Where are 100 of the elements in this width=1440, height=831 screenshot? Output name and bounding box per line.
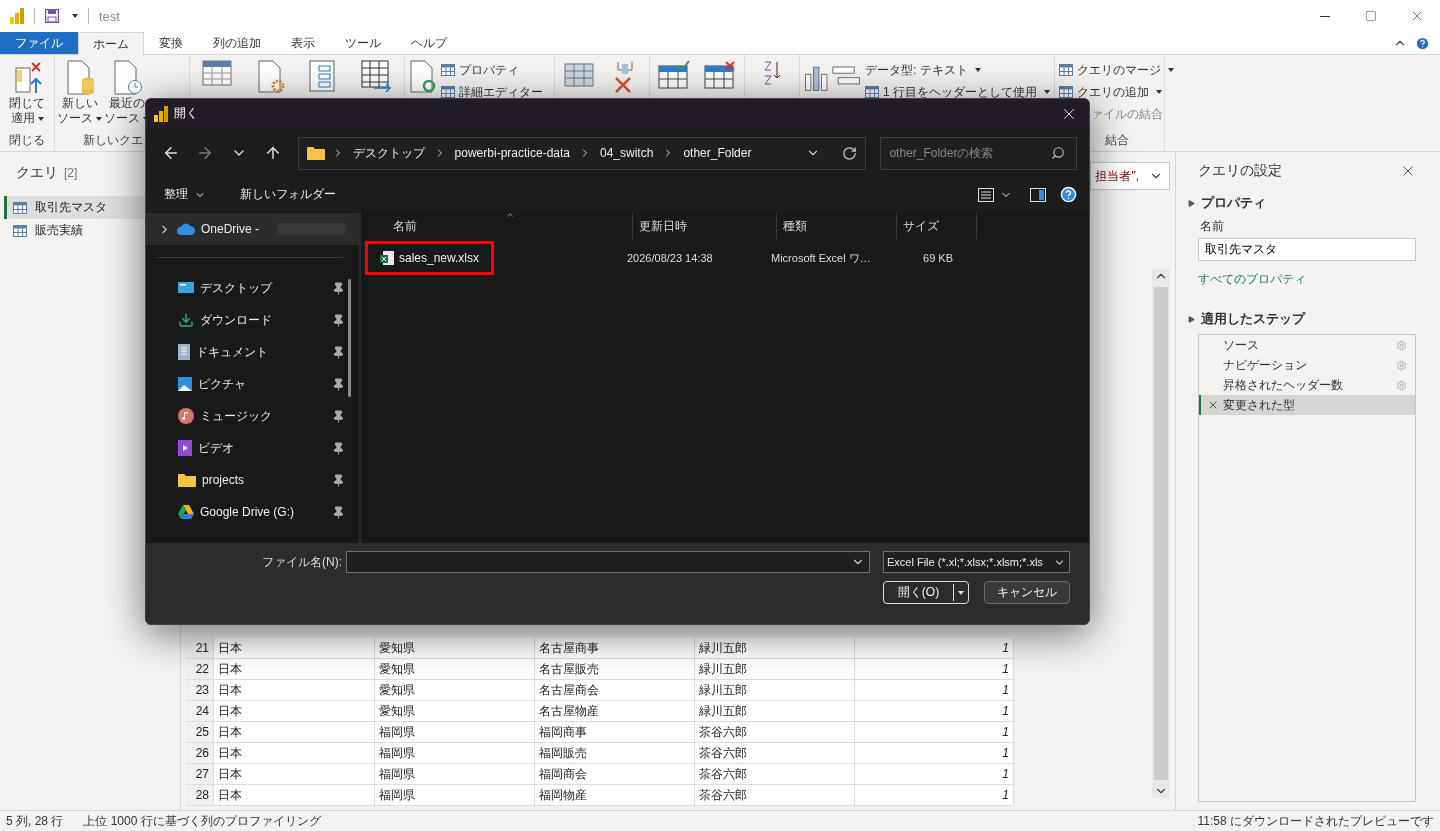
column-header[interactable]: 名前: [377, 213, 633, 239]
table-cell: 緑川五郎: [695, 659, 855, 679]
table-cell: 1: [855, 680, 1014, 700]
ribbon-tab[interactable]: 表示: [276, 32, 330, 54]
new-folder-button[interactable]: 新しいフォルダー: [236, 186, 340, 203]
data-type-button[interactable]: データ型: テキスト: [862, 60, 1052, 80]
delete-icon[interactable]: [1207, 399, 1219, 411]
ribbon-tab[interactable]: ツール: [330, 32, 396, 54]
table-cross-icon[interactable]: [704, 60, 736, 90]
section-heading: プロパティ: [1201, 194, 1266, 212]
refresh-icon[interactable]: [842, 145, 858, 161]
row-number: 27: [186, 764, 214, 784]
collapse-triangle-icon[interactable]: [1188, 315, 1195, 323]
table-check-icon[interactable]: [658, 60, 690, 90]
table-cell: 名古屋販売: [535, 659, 695, 679]
navigation-item[interactable]: ミュージック: [146, 400, 359, 432]
save-icon[interactable]: [45, 9, 59, 23]
column-header[interactable]: サイズ: [897, 213, 977, 239]
table-cell: 茶谷六郎: [695, 722, 855, 742]
table-cell: 福岡物産: [535, 785, 695, 805]
ribbon-tab[interactable]: 変換: [144, 32, 198, 54]
table-icon: [1059, 64, 1073, 76]
row-number: 23: [186, 680, 214, 700]
section-heading: 適用したステップ: [1201, 310, 1305, 328]
query-settings-title: クエリの設定: [1198, 162, 1282, 180]
table-cell: 愛知県: [375, 680, 535, 700]
table-cell: 日本: [214, 743, 375, 763]
ribbon-tab[interactable]: ホーム: [78, 32, 144, 55]
close-apply-icon: [12, 60, 42, 96]
table-icon: [864, 86, 879, 98]
dialog-title: 開く: [174, 105, 198, 122]
navigation-item[interactable]: デスクトップ: [146, 272, 359, 304]
breadcrumb-item[interactable]: other_Folder: [681, 146, 754, 160]
breadcrumb-item[interactable]: powerbi-practice-data: [452, 146, 572, 160]
navigation-item[interactable]: projects: [146, 464, 359, 496]
close-apply-button[interactable]: 閉じて 適用: [9, 60, 45, 126]
table-arrow-icon[interactable]: [359, 60, 392, 94]
applied-step[interactable]: ナビゲーション: [1199, 355, 1415, 375]
table-cell: 緑川五郎: [695, 680, 855, 700]
collapse-triangle-icon[interactable]: [1188, 199, 1195, 207]
table-icon[interactable]: [202, 60, 233, 86]
new-source-button[interactable]: 新しい ソース: [57, 60, 102, 126]
row-number: 25: [186, 722, 214, 742]
table-cell: 緑川五郎: [695, 701, 855, 721]
status-text: 5 列, 28 行: [6, 812, 64, 830]
table-cell: 福岡商事: [535, 722, 695, 742]
table-cell: 福岡販売: [535, 743, 695, 763]
breadcrumb-item[interactable]: デスクトップ: [350, 144, 427, 162]
cloud-icon: [177, 223, 195, 235]
table-cell: 日本: [214, 701, 375, 721]
formula-bar[interactable]: 担当者",: [1090, 162, 1170, 190]
file-type-dropdown[interactable]: Excel File (*.xl;*.xlsx;*.xlsm;*.xls: [883, 551, 1070, 573]
table-cell: 日本: [214, 785, 375, 805]
search-field[interactable]: other_Folderの検索: [880, 136, 1077, 170]
file-name-label: ファイル名(N):: [261, 553, 343, 571]
applied-step[interactable]: 昇格されたヘッダー数: [1199, 375, 1415, 395]
pin-icon: [332, 281, 345, 295]
navigation-item[interactable]: OneDrive -: [146, 213, 359, 245]
table-cell: 1: [855, 701, 1014, 721]
list-icon[interactable]: [307, 60, 338, 94]
applied-step[interactable]: 変更された型: [1199, 395, 1415, 415]
address-bar[interactable]: デスクトップ powerbi-practice-data 04_switch other_Folder: [297, 136, 867, 170]
document-refresh-icon[interactable]: [407, 60, 437, 94]
all-properties-link[interactable]: すべてのプロパティ: [1198, 271, 1416, 288]
merge-queries-button[interactable]: クエリのマージ: [1057, 60, 1176, 80]
file-name-field[interactable]: [346, 551, 870, 573]
pin-icon: [332, 345, 345, 359]
table-columns-icon[interactable]: [564, 60, 594, 88]
navigation-item[interactable]: ドキュメント: [146, 336, 359, 368]
ribbon-tab[interactable]: 列の追加: [198, 32, 276, 54]
file-tab[interactable]: ファイル: [0, 32, 78, 54]
table-cell: 愛知県: [375, 701, 535, 721]
table-cell: 愛知県: [375, 659, 535, 679]
open-button[interactable]: 開く(O): [883, 581, 969, 604]
ribbon-tab[interactable]: ヘルプ: [396, 32, 462, 54]
row-number: 28: [186, 785, 214, 805]
table-cell: 福岡県: [375, 743, 535, 763]
breadcrumb-item[interactable]: 04_switch: [598, 146, 656, 160]
cancel-button[interactable]: キャンセル: [984, 581, 1070, 604]
table-cell: 1: [855, 722, 1014, 742]
table-cell: 福岡県: [375, 785, 535, 805]
name-field[interactable]: 取引先マスタ: [1198, 238, 1416, 261]
modified-date: 2026/08/23 14:38: [626, 252, 714, 264]
column-header[interactable]: 更新日時: [633, 213, 777, 239]
profiling-status[interactable]: 上位 1000 行に基づく列のプロファイリング: [83, 812, 321, 830]
navigation-item[interactable]: ダウンロード: [146, 304, 359, 336]
column-header[interactable]: 種類: [777, 213, 897, 239]
preview-pane-icon[interactable]: [1030, 187, 1046, 202]
row-number: 26: [186, 743, 214, 763]
properties-button[interactable]: プロパティ: [439, 60, 545, 80]
scrollbar-thumb[interactable]: [348, 279, 351, 397]
vertical-scrollbar[interactable]: [1152, 269, 1170, 798]
applied-step[interactable]: ソース: [1199, 335, 1415, 355]
navigation-item[interactable]: Google Drive (G:): [146, 496, 359, 528]
quick-access-caret-icon[interactable]: [72, 14, 78, 18]
file-item[interactable]: sales_new.xlsx: [365, 241, 495, 275]
table-cell: 日本: [214, 722, 375, 742]
navigation-item[interactable]: ビデオ: [146, 432, 359, 464]
music-note-icon: [178, 408, 194, 424]
help-icon[interactable]: [1060, 186, 1077, 203]
